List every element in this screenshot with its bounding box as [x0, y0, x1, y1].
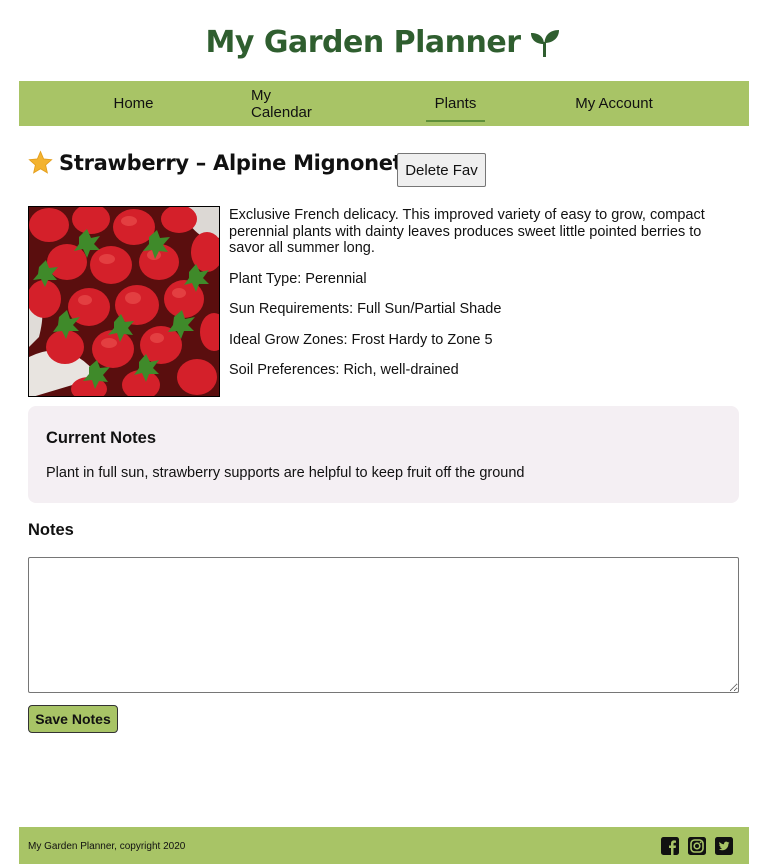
sun-requirements: Sun Requirements: Full Sun/Partial Shade: [229, 301, 502, 317]
grow-zones: Ideal Grow Zones: Frost Hardy to Zone 5: [229, 331, 493, 348]
nav-item-my-calendar[interactable]: My Calendar: [251, 81, 336, 126]
site-title-text: My Garden Planner: [205, 25, 521, 60]
plant-info: Exclusive French delicacy. This improved…: [229, 207, 729, 393]
current-notes-panel: Current Notes Plant in full sun, strawbe…: [28, 406, 739, 503]
plant-title: Strawberry – Alpine Mignonette: [59, 150, 427, 175]
plant-description: Exclusive French delicacy. This improved…: [229, 207, 705, 256]
plant-type: Plant Type: Perennial: [229, 270, 367, 287]
site-title[interactable]: My Garden Planner: [205, 25, 560, 60]
nav-item-my-account[interactable]: My Account: [573, 81, 655, 126]
nav-item-home[interactable]: Home: [111, 81, 156, 126]
save-notes-button[interactable]: Save Notes: [28, 705, 118, 733]
plant-photo: [28, 206, 220, 397]
notes-textarea[interactable]: [28, 557, 739, 693]
site-footer: My Garden Planner, copyright 2020: [19, 827, 749, 864]
notes-heading: Notes: [28, 521, 74, 539]
sprout-icon: [530, 29, 559, 57]
copyright-text: My Garden Planner, copyright 2020: [28, 841, 186, 852]
plant-heading-row: Strawberry – Alpine Mignonette: [28, 150, 426, 175]
strawberry-photo: [29, 207, 219, 396]
current-notes-text: Plant in full sun, strawberry supports a…: [46, 465, 525, 481]
instagram-icon[interactable]: [688, 837, 706, 855]
nav-item-plants[interactable]: Plants: [426, 81, 485, 126]
site-header: My Garden Planner: [0, 0, 766, 81]
star-icon[interactable]: [28, 150, 53, 175]
main-nav: Home My Calendar Plants My Account: [19, 81, 749, 126]
current-notes-heading: Current Notes: [46, 429, 157, 447]
facebook-icon[interactable]: [661, 837, 679, 855]
delete-fav-button[interactable]: Delete Fav: [397, 153, 486, 187]
soil-preferences: Soil Preferences: Rich, well-drained: [229, 362, 459, 378]
twitter-icon[interactable]: [715, 837, 733, 855]
